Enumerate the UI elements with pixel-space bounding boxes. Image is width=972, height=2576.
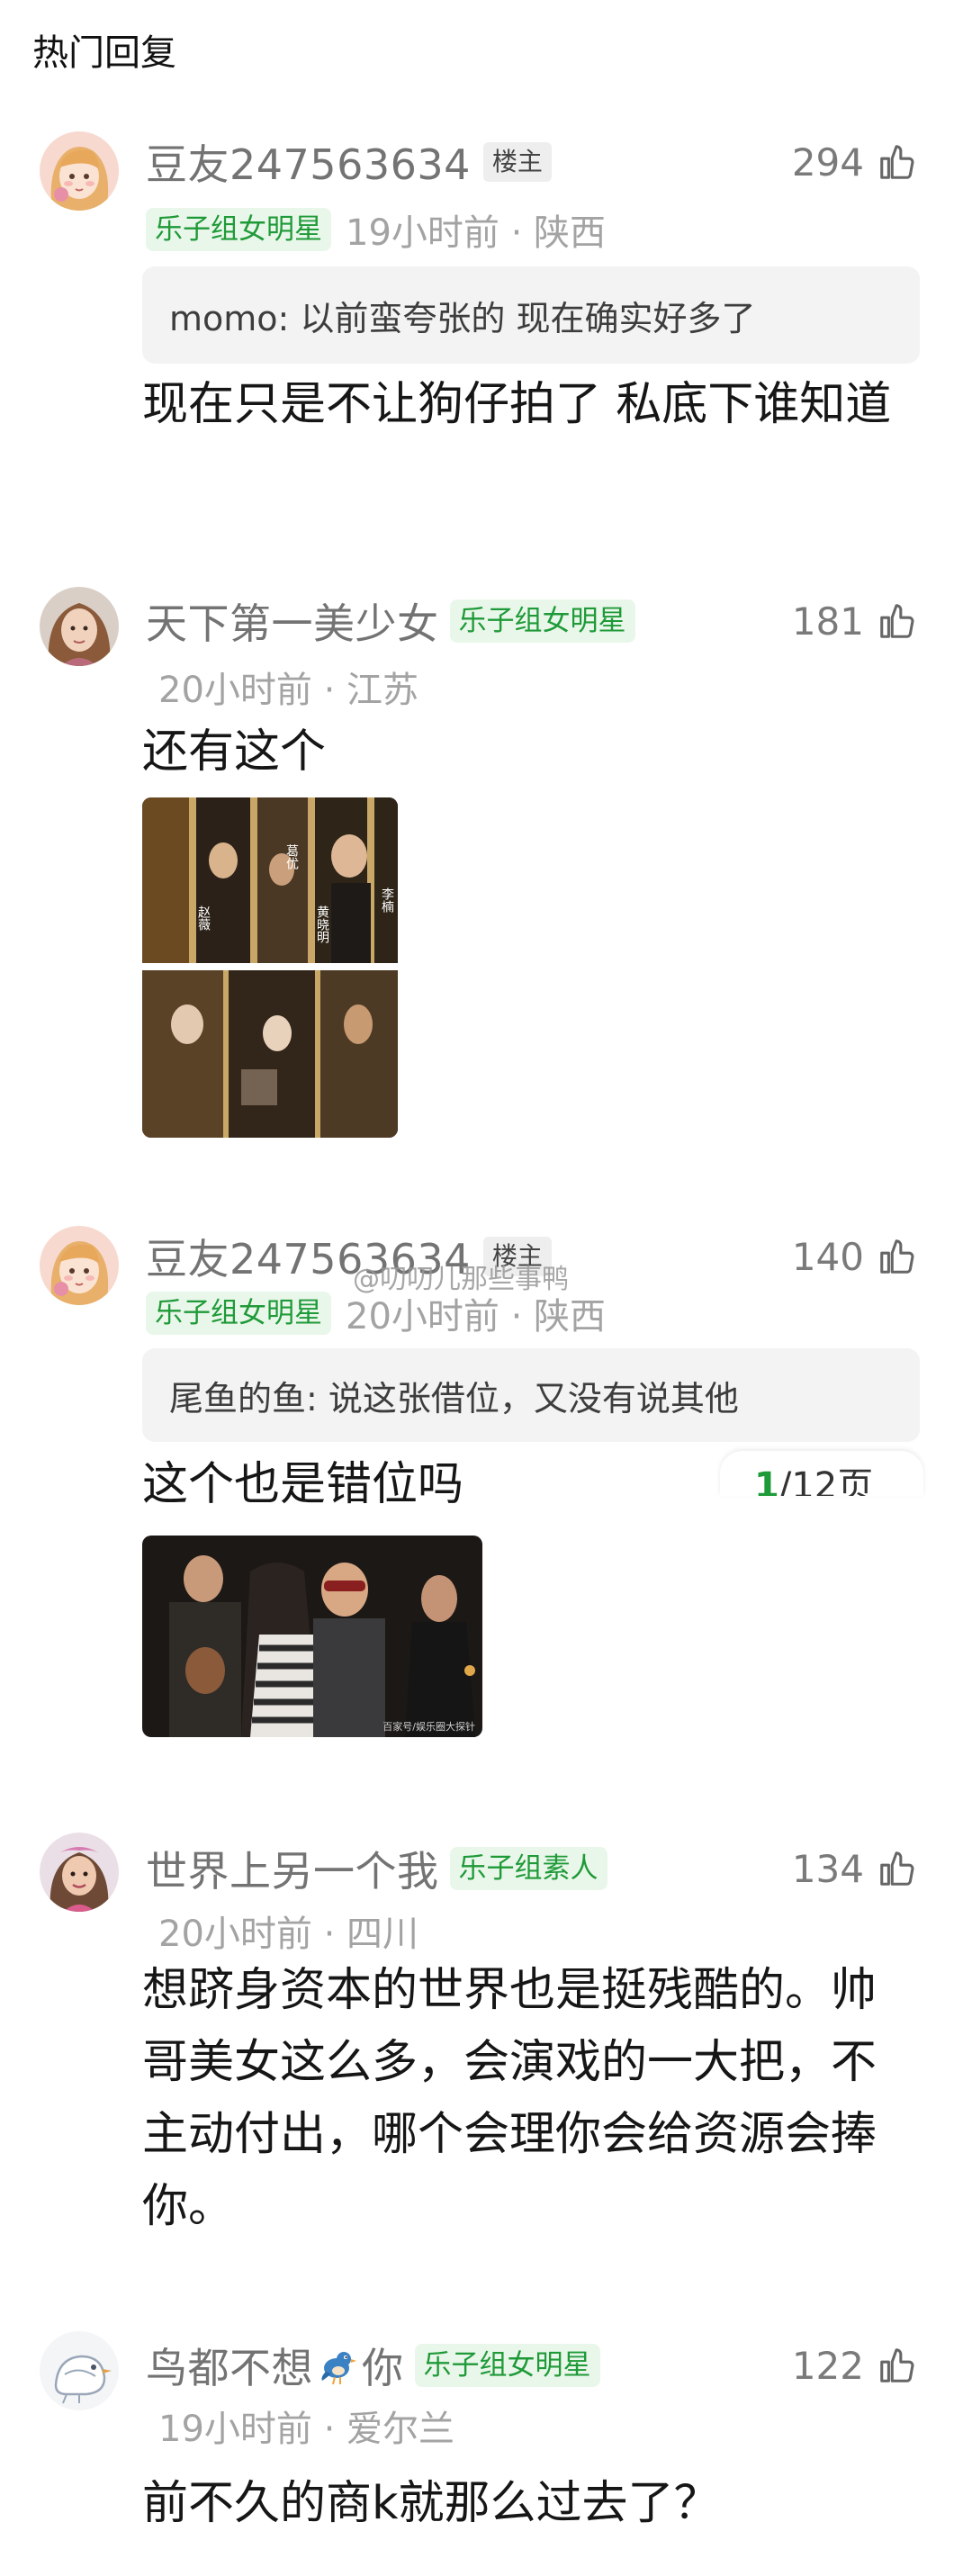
- group-badge[interactable]: 乐子组女明星: [449, 599, 635, 643]
- username[interactable]: 豆友247563634: [146, 132, 471, 192]
- thumbs-up-icon: [880, 604, 914, 638]
- like-button[interactable]: 134: [792, 1843, 918, 1894]
- page-indicator-text: 1/12页: [754, 1456, 873, 1496]
- comment-photo[interactable]: 百家号/娱乐圈大探针: [142, 1536, 482, 1737]
- user-avatar[interactable]: [40, 1833, 119, 1912]
- user-avatar[interactable]: [40, 131, 119, 211]
- thumbs-up-icon: [880, 1851, 914, 1886]
- image-label: 赵薇: [196, 905, 211, 931]
- username-prefix[interactable]: 鸟都不想: [146, 2336, 313, 2395]
- like-count: 181: [791, 599, 864, 644]
- section-title: 热门回复: [32, 32, 176, 74]
- group-badge[interactable]: 乐子组素人: [449, 1847, 608, 1890]
- username[interactable]: 天下第一美少女: [146, 591, 439, 651]
- time-location: 19小时前 · 陕西: [346, 212, 607, 254]
- photo-restaurant-bottom[interactable]: [142, 970, 398, 1138]
- group-badge[interactable]: 乐子组女明星: [146, 208, 331, 251]
- avatar-image-girl-photo: [40, 587, 119, 666]
- time-location: 20小时前 · 四川: [158, 1914, 419, 1955]
- comment-photo-image: [142, 1536, 482, 1737]
- image-label: 黄晓明: [315, 905, 329, 943]
- like-button[interactable]: 140: [792, 1231, 918, 1282]
- avatar-image-girl-cartoon: [40, 131, 119, 211]
- thumbs-up-icon: [880, 145, 914, 179]
- host-badge: 楼主: [482, 142, 552, 182]
- username[interactable]: 世界上另一个我: [146, 1839, 439, 1898]
- image-label: 李楠: [380, 887, 394, 913]
- user-avatar[interactable]: [40, 2331, 119, 2410]
- comment-text: 想跻身资本的世界也是挺残酷的。帅哥美女这么多，会演戏的一大把，不主动付出，哪个会…: [142, 1964, 878, 2233]
- photo-restaurant-bottom-image: [142, 970, 398, 1138]
- like-count: 294: [791, 140, 864, 185]
- photo-restaurant-top-image: [142, 797, 398, 963]
- page-total: /12页: [778, 1465, 874, 1496]
- like-count: 140: [791, 1234, 864, 1279]
- avatar-image-girl-cartoon: [40, 1226, 119, 1305]
- photo-caption: 百家号/娱乐圈大探针: [382, 1721, 475, 1733]
- like-count: 134: [791, 1846, 864, 1891]
- avatar-image-bird: [40, 2331, 119, 2410]
- time-location: 19小时前 · 爱尔兰: [158, 2409, 455, 2450]
- avatar-image-person: [40, 1833, 119, 1912]
- bluebird-emoji-icon: [321, 2352, 356, 2385]
- group-badge[interactable]: 乐子组女明星: [414, 2344, 600, 2387]
- user-avatar[interactable]: [40, 1226, 119, 1305]
- comment-text: 前不久的商k就那么过去了？: [142, 2477, 720, 2530]
- thumbs-up-icon: [880, 1239, 914, 1274]
- like-button[interactable]: 181: [792, 596, 918, 646]
- like-button[interactable]: 294: [792, 137, 918, 187]
- comment-text: 现在只是不让狗仔拍了 私底下谁知道: [142, 378, 892, 431]
- thumbs-up-icon: [880, 2348, 914, 2382]
- quoted-reply[interactable]: momo: 以前蛮夸张的 现在确实好多了: [142, 266, 920, 364]
- page-current: 1: [754, 1465, 779, 1496]
- image-grid[interactable]: 赵薇 葛优 黄晓明 李楠: [142, 797, 398, 1138]
- time-location: 20小时前 · 江苏: [158, 670, 419, 711]
- group-badge[interactable]: 乐子组女明星: [146, 1292, 331, 1335]
- username-suffix[interactable]: 你: [362, 2336, 404, 2395]
- comment-text: 还有这个: [142, 725, 327, 779]
- like-count: 122: [791, 2343, 864, 2388]
- image-label: 葛优: [284, 844, 299, 869]
- user-avatar[interactable]: [40, 587, 119, 666]
- page-indicator[interactable]: 1/12页: [720, 1451, 923, 1496]
- quoted-reply[interactable]: 尾鱼的鱼: 说这张借位，又没有说其他: [142, 1348, 920, 1442]
- photo-restaurant-top[interactable]: 赵薇 葛优 黄晓明 李楠: [142, 797, 398, 963]
- like-button[interactable]: 122: [792, 2340, 918, 2391]
- watermark: @叨叨儿那些事鸭: [353, 1264, 569, 1295]
